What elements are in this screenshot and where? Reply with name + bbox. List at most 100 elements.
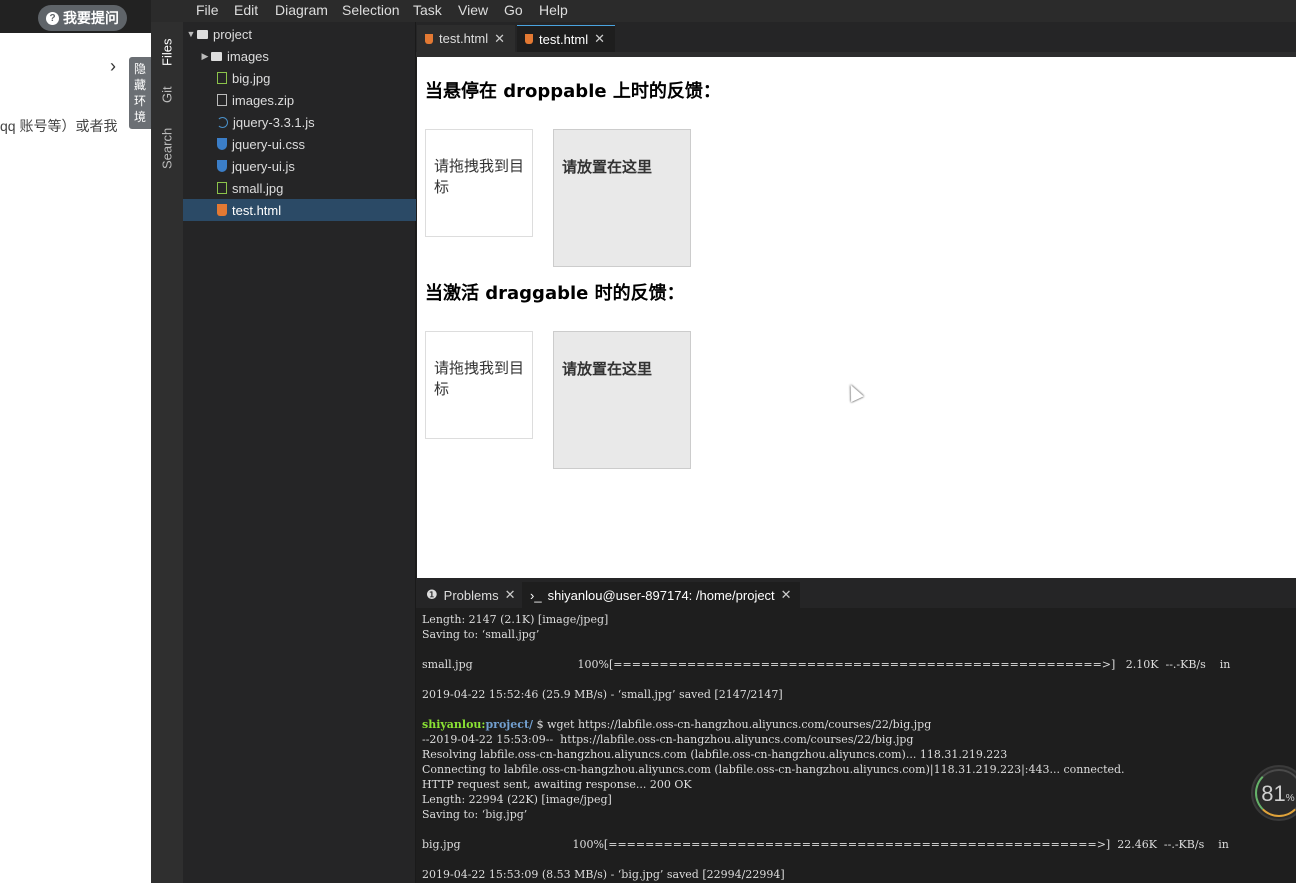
prompt-path: project/ [485, 718, 534, 731]
zip-file-icon [217, 94, 227, 106]
mouse-cursor-icon [844, 381, 864, 403]
image-file-icon [217, 182, 227, 194]
terminal-line: Saving to: ‘small.jpg’ [422, 628, 540, 641]
tree-item-jquery-js[interactable]: jquery-3.3.1.js [183, 111, 416, 133]
tree-item-label: big.jpg [232, 70, 271, 86]
tree-item-jquery-ui-js[interactable]: jquery-ui.js [183, 155, 416, 177]
tree-item-images[interactable]: ▶ images [183, 45, 416, 67]
terminal-prompt-line: shiyanlou:project/ $ wget https://labfil… [422, 717, 1290, 732]
tree-item-small-jpg[interactable]: small.jpg [183, 177, 416, 199]
jquery-file-icon [217, 116, 228, 128]
panel-tab-label: shiyanlou@user-897174: /home/project [547, 587, 775, 603]
close-icon[interactable]: ✕ [494, 31, 505, 47]
activity-git-tab[interactable]: Git [151, 78, 183, 112]
chevron-right-icon[interactable]: › [110, 56, 116, 77]
activity-search-tab[interactable]: Search [151, 120, 183, 176]
chevron-down-icon: ▼ [186, 29, 196, 39]
panel-tab-label: Problems [443, 587, 499, 603]
menu-task[interactable]: Task [413, 2, 442, 18]
terminal[interactable]: Length: 2147 (2.1K) [image/jpeg] Saving … [416, 608, 1296, 883]
tree-item-label: jquery-3.3.1.js [233, 114, 315, 130]
panel-tab-problems[interactable]: ❶ Problems ✕ [418, 582, 523, 608]
menu-diagram[interactable]: Diagram [275, 2, 328, 18]
tree-item-label: jquery-ui.css [232, 136, 305, 152]
screen: ? 我要提问 › qq 账号等）或者我 隐藏环境 File Edit Diagr… [0, 0, 1296, 883]
close-icon[interactable]: ✕ [594, 31, 605, 47]
html-file-icon [525, 34, 533, 44]
menu-help[interactable]: Help [539, 2, 568, 18]
tab-label: test.html [439, 31, 489, 46]
terminal-line: Connecting to labfile.oss-cn-hangzhou.al… [422, 763, 1125, 776]
folder-icon [197, 29, 208, 39]
close-icon[interactable]: ✕ [505, 587, 516, 603]
menubar: File Edit Diagram Selection Task View Go… [151, 0, 1296, 22]
tree-root-label: project [213, 26, 253, 42]
question-icon: ? [46, 11, 59, 25]
close-icon[interactable]: ✕ [781, 587, 792, 603]
tab-label: test.html [539, 31, 589, 47]
terminal-line: Length: 2147 (2.1K) [image/jpeg] [422, 613, 609, 626]
left-topbar: ? 我要提问 [0, 0, 151, 36]
section1-title: 当悬停在 droppable 上时的反馈： [425, 81, 721, 102]
terminal-line: small.jpg 100%[=========================… [422, 658, 1231, 671]
prompt-user: shiyanlou: [422, 718, 486, 731]
draggable-box-1[interactable]: 请拖拽我到目标 [425, 129, 533, 237]
image-file-icon [217, 72, 227, 84]
tree-item-label: jquery-ui.js [232, 158, 295, 174]
tree-item-label: small.jpg [232, 180, 284, 196]
left-web-page: ? 我要提问 › qq 账号等）或者我 隐藏环境 [0, 0, 151, 883]
tree-root-project[interactable]: ▼ project [183, 23, 416, 45]
gauge-unit: % [1285, 793, 1295, 804]
terminal-line: Length: 22994 (22K) [image/jpeg] [422, 793, 612, 806]
droppable-box-1[interactable]: 请放置在这里 [553, 129, 691, 267]
tree-item-images-zip[interactable]: images.zip [183, 89, 416, 111]
gauge-number: 81 [1261, 781, 1286, 806]
panel-tab-bar: ❶ Problems ✕ ›_ shiyanlou@user-897174: /… [416, 578, 1296, 608]
terminal-line: 2019-04-22 15:53:09 (8.53 MB/s) - ‘big.j… [422, 868, 785, 881]
folder-icon [211, 51, 222, 61]
ide-window: File Edit Diagram Selection Task View Go… [151, 0, 1296, 883]
panel-tab-terminal[interactable]: ›_ shiyanlou@user-897174: /home/project … [522, 582, 800, 608]
editor-tab-test-html-2[interactable]: test.html ✕ [517, 25, 615, 52]
menu-file[interactable]: File [196, 2, 219, 18]
tree-item-big-jpg[interactable]: big.jpg [183, 67, 416, 89]
chevron-right-icon: ▶ [201, 50, 209, 61]
gauge-value: 81% [1253, 781, 1296, 807]
menu-edit[interactable]: Edit [234, 2, 258, 18]
editor-tab-test-html-1[interactable]: test.html ✕ [417, 25, 515, 52]
terminal-output-after: --2019-04-22 15:53:09-- https://labfile.… [422, 732, 1290, 882]
menu-selection[interactable]: Selection [342, 2, 400, 18]
terminal-output-before: Length: 2147 (2.1K) [image/jpeg] Saving … [422, 612, 1290, 717]
css-file-icon [217, 138, 227, 150]
activity-files-tab[interactable]: Files [151, 28, 183, 76]
html-preview: 当悬停在 droppable 上时的反馈： 请拖拽我到目标 请放置在这里 当激活… [417, 57, 1296, 578]
terminal-line: Saving to: ‘big.jpg’ [422, 808, 528, 821]
hide-environment-button[interactable]: 隐藏环境 [129, 57, 151, 129]
html-file-icon [425, 33, 433, 44]
droppable-box-2[interactable]: 请放置在这里 [553, 331, 691, 469]
tree-item-jquery-ui-css[interactable]: jquery-ui.css [183, 133, 416, 155]
tree-item-test-html[interactable]: test.html [183, 199, 416, 221]
menu-go[interactable]: Go [504, 2, 523, 18]
section2-title: 当激活 draggable 时的反馈： [425, 283, 685, 304]
tree-item-label: test.html [232, 202, 282, 218]
activity-bar: Files Git Search [151, 22, 183, 883]
editor-tab-bar: test.html ✕ test.html ✕ [416, 22, 1296, 52]
css-file-icon [217, 160, 227, 172]
draggable-box-2[interactable]: 请拖拽我到目标 [425, 331, 533, 439]
prompt-command: $ wget https://labfile.oss-cn-hangzhou.a… [533, 718, 932, 731]
terminal-line: big.jpg 100%[===========================… [422, 838, 1229, 851]
tree-item-label: images [227, 48, 269, 64]
ask-question-label: 我要提问 [63, 10, 119, 26]
menu-view[interactable]: View [458, 2, 488, 18]
terminal-line: --2019-04-22 15:53:09-- https://labfile.… [422, 733, 914, 746]
ask-question-button[interactable]: ? 我要提问 [38, 5, 127, 31]
info-icon: ❶ [426, 587, 438, 602]
terminal-line: 2019-04-22 15:52:46 (25.9 MB/s) - ‘small… [422, 688, 783, 701]
tree-item-label: images.zip [232, 92, 295, 108]
